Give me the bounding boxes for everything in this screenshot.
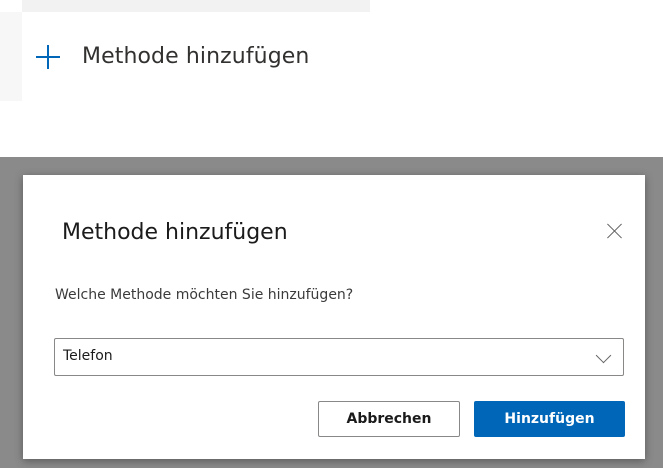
chevron-down-icon: [595, 347, 612, 364]
divider: [22, 0, 370, 12]
add-method-dialog: Methode hinzufügen Welche Methode möchte…: [23, 175, 645, 459]
dialog-question: Welche Methode möchten Sie hinzufügen?: [55, 287, 354, 303]
dialog-title: Methode hinzufügen: [62, 220, 288, 245]
add-method-section: Methode hinzufügen: [0, 0, 370, 101]
plus-icon: [36, 44, 60, 69]
cancel-button[interactable]: Abbrechen: [318, 401, 460, 437]
divider: [0, 12, 22, 101]
close-icon[interactable]: [607, 223, 623, 239]
method-select-value: Telefon: [63, 348, 113, 364]
add-method-button[interactable]: Methode hinzufügen: [22, 12, 370, 101]
add-button[interactable]: Hinzufügen: [474, 401, 625, 437]
dialog-overlay: Methode hinzufügen Welche Methode möchte…: [0, 157, 663, 468]
add-method-label: Methode hinzufügen: [82, 44, 310, 69]
method-select[interactable]: Telefon: [54, 338, 624, 376]
